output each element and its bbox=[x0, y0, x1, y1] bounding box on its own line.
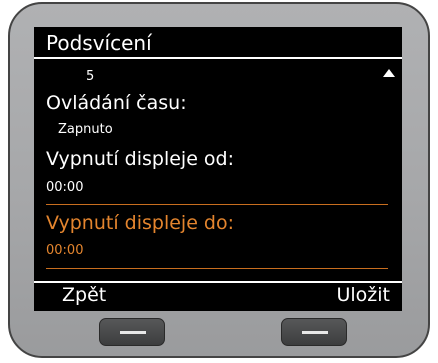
scroll-up-arrow-icon bbox=[383, 69, 395, 77]
back-softkey[interactable]: Zpět bbox=[62, 284, 106, 306]
right-hardware-key[interactable] bbox=[281, 318, 347, 346]
display-off-to-value[interactable]: 00:00 bbox=[46, 243, 83, 258]
phone-display: Podsvícení 5 Ovládání času: Zapnuto Vypn… bbox=[34, 27, 402, 311]
dash-icon bbox=[302, 331, 328, 334]
separator bbox=[46, 204, 388, 205]
display-off-from-value[interactable]: 00:00 bbox=[46, 180, 83, 195]
time-control-value[interactable]: Zapnuto bbox=[58, 122, 113, 137]
time-control-label: Ovládání času: bbox=[46, 92, 187, 114]
screen-title: Podsvícení bbox=[34, 27, 402, 59]
separator bbox=[46, 268, 388, 269]
display-off-from-label: Vypnutí displeje od: bbox=[46, 148, 235, 170]
brightness-value[interactable]: 5 bbox=[86, 69, 94, 84]
display-off-to-label: Vypnutí displeje do: bbox=[46, 212, 235, 234]
softkey-bar: Zpět Uložit bbox=[34, 281, 402, 311]
dash-icon bbox=[120, 331, 146, 334]
save-softkey[interactable]: Uložit bbox=[336, 284, 390, 306]
left-hardware-key[interactable] bbox=[99, 318, 165, 346]
